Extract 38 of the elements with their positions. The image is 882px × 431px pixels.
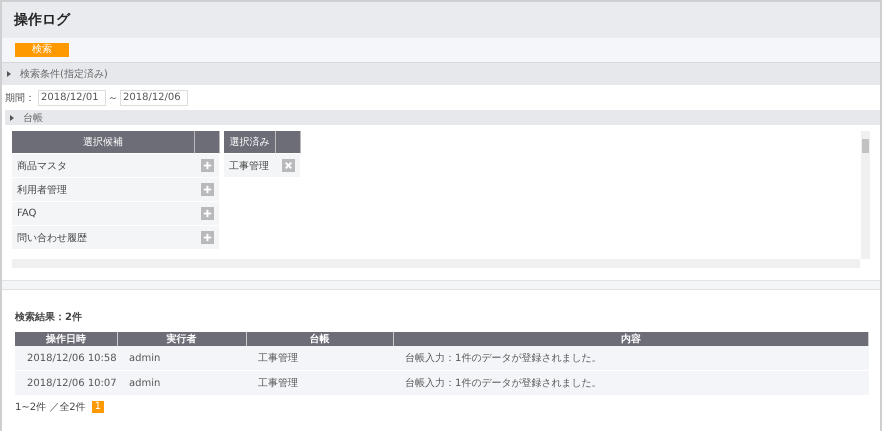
expand-icon[interactable] <box>9 114 15 122</box>
remove-icon[interactable] <box>282 159 294 172</box>
list-item[interactable]: 問い合わせ履歴 <box>12 226 195 250</box>
table-cell: admin <box>117 370 246 396</box>
table-cell: 工事管理 <box>246 370 393 396</box>
list-item[interactable]: 工事管理 <box>224 154 276 178</box>
results-title: 検索結果：2件 <box>15 310 83 324</box>
add-icon[interactable] <box>200 231 214 244</box>
table-cell: 2018/12/06 10:58 <box>15 346 117 370</box>
section-title: 台帳 <box>23 112 43 124</box>
column-header: 選択候補 <box>12 131 195 154</box>
field-label: 期間： <box>5 92 35 104</box>
column-header <box>276 131 301 154</box>
list-item[interactable]: 商品マスタ <box>12 154 195 178</box>
column-header: 台帳 <box>246 332 393 346</box>
column-header <box>195 131 220 154</box>
column-header: 内容 <box>393 332 868 346</box>
table-cell: 台帳入力：1件のデータが登録されました。 <box>393 346 868 370</box>
page-title: 操作ログ <box>14 11 70 29</box>
pagination-summary: 1~2件 ／全2件 <box>15 401 86 414</box>
date-field[interactable]: 2018/12/01 <box>38 90 106 106</box>
column-header: 実行者 <box>117 332 246 346</box>
date-field[interactable]: 2018/12/06 <box>120 90 188 106</box>
add-icon[interactable] <box>200 207 214 220</box>
list-item[interactable]: FAQ <box>12 202 195 226</box>
range-separator: ～ <box>108 92 118 104</box>
expand-icon[interactable] <box>6 70 12 78</box>
add-icon[interactable] <box>200 183 214 196</box>
table-cell: admin <box>117 346 246 370</box>
table-cell: 台帳入力：1件のデータが登録されました。 <box>393 370 868 396</box>
section-title: 検索条件(指定済み) <box>20 68 108 81</box>
column-header: 選択済み <box>224 131 276 154</box>
list-item[interactable]: 利用者管理 <box>12 178 195 202</box>
column-header: 操作日時 <box>15 332 117 346</box>
add-icon[interactable] <box>200 159 214 172</box>
vertical-scrollbar[interactable] <box>861 131 870 259</box>
table-cell: 2018/12/06 10:07 <box>15 370 117 396</box>
table-cell: 工事管理 <box>246 346 393 370</box>
